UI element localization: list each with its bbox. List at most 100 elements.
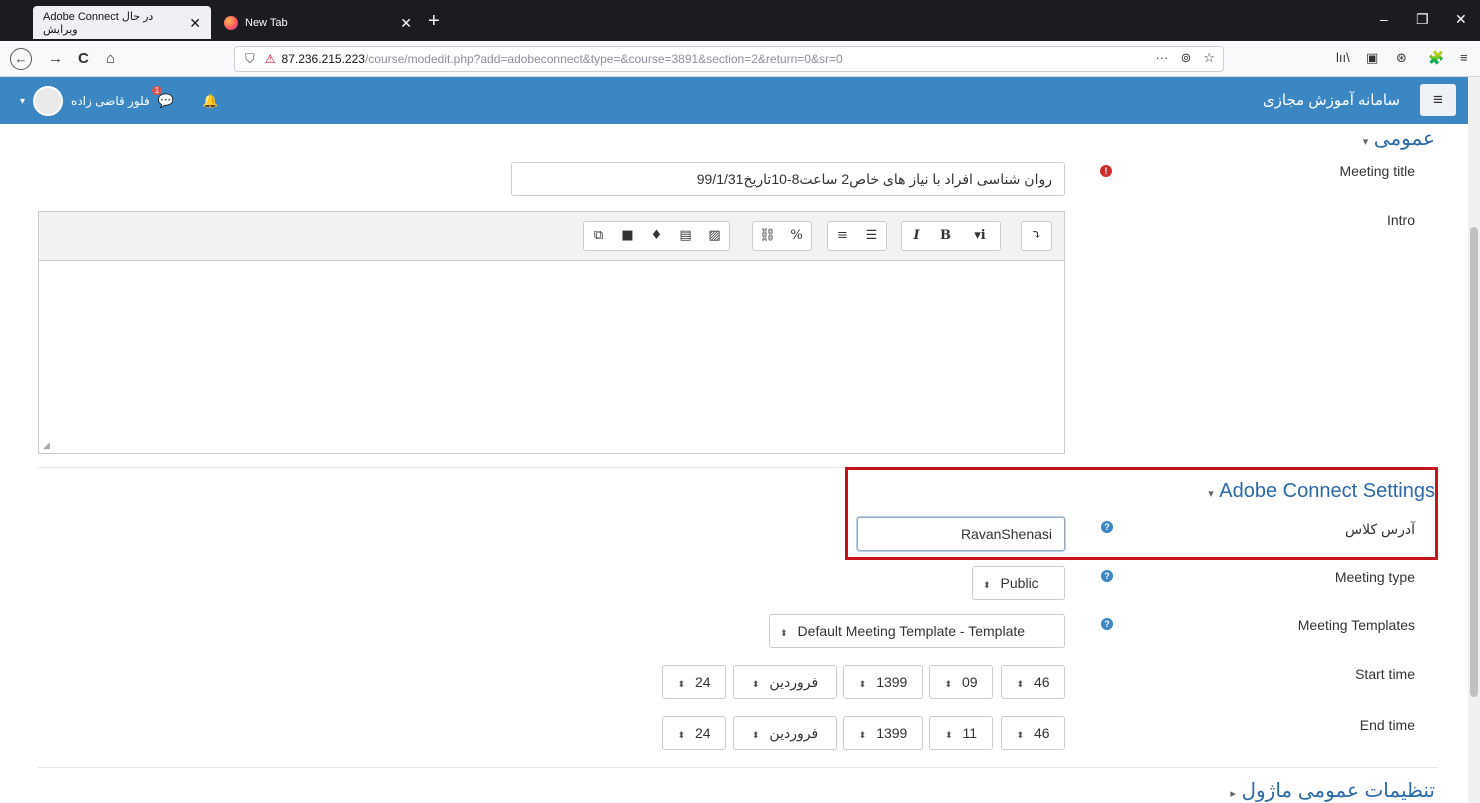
unordered-list-icon[interactable]: ☰ bbox=[857, 222, 886, 250]
expand-chevron-icon[interactable]: ▸ bbox=[1230, 788, 1236, 800]
select-value: 46 bbox=[1033, 674, 1050, 690]
reload-icon[interactable]: C bbox=[78, 49, 89, 69]
italic-icon[interactable]: I bbox=[902, 222, 931, 250]
maximize-icon[interactable]: ❐ bbox=[1416, 11, 1429, 28]
site-name[interactable]: سامانه آموزش مجازی bbox=[1263, 91, 1400, 109]
meeting-title-input[interactable]: روان شناسی افراد با نیاز های خاص2 ساعت8-… bbox=[511, 162, 1065, 196]
select-arrow-icon: ⬍ bbox=[858, 679, 867, 689]
select-value: 11 bbox=[962, 725, 978, 741]
close-tab-icon[interactable]: ✕ bbox=[189, 16, 201, 30]
forward-icon[interactable]: → bbox=[48, 49, 63, 69]
end-hour-select[interactable]: ⬍ 11 bbox=[929, 716, 993, 750]
microphone-icon[interactable]: ♦ bbox=[642, 222, 671, 250]
user-name[interactable]: فلور قاضی زاده bbox=[71, 94, 150, 108]
message-count-badge: 1 bbox=[151, 86, 163, 95]
address-bar[interactable]: ⛉ ⚠ 87.236.215.223 /course/modedit.php?a… bbox=[234, 46, 1224, 72]
section-module-settings[interactable]: تنظیمات عمومی ماژول ▸ bbox=[1220, 778, 1435, 803]
user-menu[interactable]: ▾ فلور قاضی زاده 💬 1 🔔 bbox=[20, 86, 218, 116]
media-icon[interactable]: ▤ bbox=[671, 222, 700, 250]
editor-format-group: I B ▾i bbox=[901, 221, 1001, 251]
start-hour-select[interactable]: ⬍ 09 bbox=[929, 665, 993, 699]
collapse-chevron-icon[interactable]: ▾ bbox=[1208, 488, 1214, 500]
firefox-icon bbox=[224, 15, 238, 30]
meeting-title-label: Meeting title bbox=[1339, 163, 1415, 179]
start-year-select[interactable]: ⬍ 1399 bbox=[843, 665, 923, 699]
library-icon[interactable]: lıı\ bbox=[1336, 50, 1350, 65]
bookmark-star-icon[interactable]: ☆ bbox=[1203, 50, 1215, 66]
unlink-icon[interactable]: ⛓ bbox=[753, 222, 782, 250]
help-icon[interactable]: ? bbox=[1101, 618, 1113, 630]
tab-new-tab[interactable]: New Tab ✕ bbox=[214, 6, 422, 39]
image-icon[interactable]: ▨ bbox=[700, 222, 729, 250]
scrollbar-thumb[interactable] bbox=[1470, 227, 1478, 697]
chat-bubble-icon: 💬 bbox=[157, 93, 174, 108]
resize-grip-icon[interactable]: ◢ bbox=[43, 440, 50, 451]
avatar[interactable] bbox=[33, 86, 64, 116]
end-day-select[interactable]: ⬍ 24 bbox=[662, 716, 726, 750]
select-arrow-icon: ⬍ bbox=[858, 730, 867, 740]
meeting-templates-select[interactable]: ⬍ Default Meeting Template - Template bbox=[769, 614, 1065, 648]
app-menu-icon[interactable]: ≡ bbox=[1460, 50, 1468, 65]
select-arrow-icon: ⬍ bbox=[1016, 730, 1024, 740]
close-tab-icon[interactable]: ✕ bbox=[400, 16, 412, 30]
select-arrow-icon: ⬍ bbox=[751, 679, 760, 689]
close-window-icon[interactable]: ✕ bbox=[1455, 11, 1467, 28]
section-general[interactable]: عمومی ▾ bbox=[1353, 126, 1435, 151]
bold-icon[interactable]: B bbox=[931, 222, 960, 250]
start-time-label: Start time bbox=[1355, 666, 1415, 682]
class-address-input[interactable]: RavanShenasi bbox=[857, 517, 1065, 551]
back-icon[interactable]: ← bbox=[10, 48, 32, 70]
extensions-icon[interactable]: 🧩 bbox=[1428, 50, 1444, 66]
select-value: 1399 bbox=[876, 674, 908, 690]
section-divider bbox=[38, 767, 1438, 768]
select-value: Default Meeting Template - Template bbox=[797, 623, 1026, 639]
insecure-lock-icon[interactable]: ⚠ bbox=[265, 52, 276, 66]
collapse-chevron-icon[interactable]: ▾ bbox=[1363, 136, 1369, 148]
section-title: تنظیمات عمومی ماژول bbox=[1241, 780, 1435, 802]
select-value: 24 bbox=[694, 725, 711, 741]
bell-icon[interactable]: 🔔 bbox=[202, 93, 218, 109]
meeting-type-label: Meeting type bbox=[1334, 569, 1415, 585]
select-value: فروردین bbox=[769, 725, 819, 741]
end-minute-select[interactable]: ⬍ 46 bbox=[1001, 716, 1065, 750]
hamburger-menu-icon[interactable]: ≡ bbox=[1420, 84, 1456, 116]
link-icon[interactable]: % bbox=[782, 222, 811, 250]
tab-adobe-connect[interactable]: Adobe Connect در حال ویرایش ✕ bbox=[33, 6, 211, 39]
select-arrow-icon: ⬍ bbox=[751, 730, 760, 740]
page-scrollbar[interactable] bbox=[1468, 77, 1480, 803]
new-tab-icon[interactable]: + bbox=[428, 11, 440, 31]
home-icon[interactable]: ⌂ bbox=[106, 49, 115, 69]
select-arrow-icon: ⬍ bbox=[944, 679, 952, 689]
end-month-select[interactable]: ⬍ فروردین bbox=[733, 716, 837, 750]
meeting-type-select[interactable]: ⬍ Public bbox=[972, 566, 1065, 600]
minimize-icon[interactable]: – bbox=[1380, 11, 1388, 27]
pocket-icon[interactable]: ⊚ bbox=[1180, 50, 1191, 66]
editor-more-group: ⤵ bbox=[1021, 221, 1052, 251]
help-icon[interactable]: ? bbox=[1101, 570, 1113, 582]
tab-title: Adobe Connect در حال ویرایش bbox=[43, 10, 154, 36]
chevron-down-icon[interactable]: ▾ bbox=[20, 96, 25, 107]
messages-icon[interactable]: 💬 1 bbox=[151, 86, 174, 109]
start-minute-select[interactable]: ⬍ 46 bbox=[1001, 665, 1065, 699]
sidebar-icon[interactable]: ▣ bbox=[1366, 50, 1378, 66]
end-time-label: End time bbox=[1359, 717, 1415, 733]
ordered-list-icon[interactable]: ≡ bbox=[828, 222, 857, 250]
end-year-select[interactable]: ⬍ 1399 bbox=[843, 716, 923, 750]
select-arrow-icon: ⬍ bbox=[677, 730, 685, 740]
paragraph-style-icon[interactable]: ▾i bbox=[960, 222, 1000, 250]
video-icon[interactable]: ■ bbox=[613, 222, 642, 250]
select-value: 09 bbox=[961, 674, 978, 690]
browser-nav-bar: ← → C ⌂ ⛉ ⚠ 87.236.215.223 /course/moded… bbox=[0, 41, 1480, 77]
intro-editor[interactable]: ⧉ ■ ♦ ▤ ▨ ⛓ % ≡ ☰ I B ▾i ⤵ ◢ bbox=[38, 211, 1065, 454]
editor-text-area[interactable]: ◢ bbox=[39, 261, 1064, 453]
page-actions-icon[interactable]: ··· bbox=[1155, 50, 1168, 66]
class-address-label: آدرس کلاس bbox=[1345, 521, 1415, 537]
help-icon[interactable]: ? bbox=[1101, 521, 1113, 533]
tracking-shield-icon[interactable]: ⛉ bbox=[245, 51, 255, 67]
section-adobe-connect-settings[interactable]: Adobe Connect Settings ▾ bbox=[1198, 480, 1435, 503]
start-day-select[interactable]: ⬍ 24 bbox=[662, 665, 726, 699]
show-more-icon[interactable]: ⤵ bbox=[1022, 222, 1051, 250]
account-icon[interactable]: ⊛ bbox=[1396, 50, 1407, 66]
manage-files-icon[interactable]: ⧉ bbox=[584, 222, 613, 250]
start-month-select[interactable]: ⬍ فروردین bbox=[733, 665, 837, 699]
